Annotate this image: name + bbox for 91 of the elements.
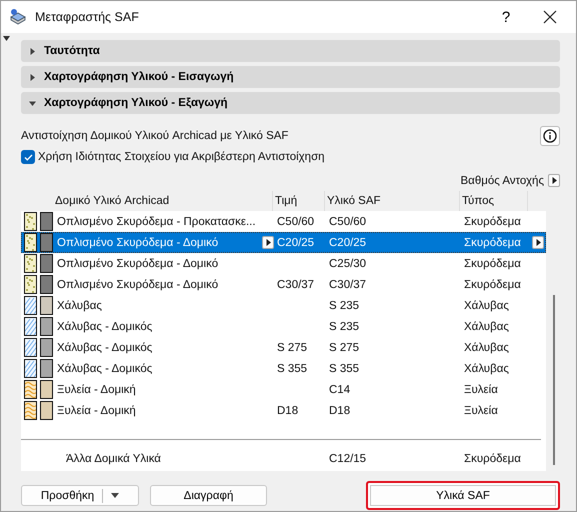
hatch-pattern-icon (24, 296, 37, 315)
property-checkbox[interactable]: Χρήση Ιδιότητας Στοιχείου για Ακριβέστερη Αντιστοίχηση (21, 150, 560, 164)
table-row[interactable]: Οπλισμένο Σκυρόδεμα - Δομικό C20/25 C20/25 Σκυρόδεμα (21, 232, 546, 253)
fire-rating-label: Βαθμός Αντοχής (460, 174, 544, 186)
table-cell: S 275 (277, 342, 308, 354)
table-cell: Σκυρόδεμα (464, 216, 521, 228)
type-menu-button[interactable] (532, 236, 544, 249)
table-cell: C50/60 (277, 216, 314, 228)
table-cell: Χάλυβας (464, 362, 509, 374)
table-cell: C30/37 (329, 278, 366, 290)
table-cell: Οπλισμένο Σκυρόδεμα - Προκατασκε... (57, 216, 256, 228)
table-cell: Χάλυβας (464, 320, 509, 332)
info-icon (543, 129, 557, 143)
table-row[interactable]: Οπλισμένο Σκυρόδεμα - Δομικό C25/30 Σκυρόδεμα (21, 253, 546, 274)
table-row[interactable]: Οπλισμένο Σκυρόδεμα - Δομικό C30/37 C30/37 Σκυρόδεμα (21, 274, 546, 295)
table-cell: Σκυρόδεμα (464, 236, 521, 248)
table-row[interactable]: Ξυλεία - Δομική C14 Ξυλεία (21, 379, 546, 400)
hatch-pattern-icon (24, 380, 37, 399)
table-cell: S 275 (329, 342, 360, 354)
hatch-pattern-icon (24, 275, 37, 294)
checkmark-icon (24, 152, 32, 162)
column-header[interactable]: Υλικό SAF (325, 191, 460, 211)
hatch-pattern-icon (24, 359, 37, 378)
table-cell: Χάλυβας - Δομικός (57, 362, 152, 374)
table-row[interactable]: Ξυλεία - Δομική D18 D18 Ξυλεία (21, 400, 546, 421)
table-cell: Χάλυβας (464, 342, 509, 354)
section-header[interactable]: Χαρτογράφηση Υλικού - Εξαγωγή (21, 92, 560, 114)
table-cell: S 235 (329, 300, 360, 312)
table-cell: Χάλυβας (464, 300, 509, 312)
table-cell: Σκυρόδεμα (464, 452, 521, 464)
table-cell: S 235 (329, 320, 360, 332)
description-text: Αντιστοίχηση Δομικού Υλικού Archicad με Υλικό SAF (21, 130, 288, 142)
table-cell: Ξυλεία - Δομική (57, 384, 136, 396)
saf-materials-button[interactable]: Υλικά SAF (366, 481, 560, 510)
help-button[interactable]: ? (488, 3, 524, 31)
expanded-arrow-icon (29, 100, 36, 106)
table-cell: D18 (329, 404, 350, 416)
table-cell: C30/37 (277, 278, 314, 290)
table-cell: C20/25 (277, 236, 314, 248)
column-header[interactable]: Τιμή (273, 191, 325, 211)
hatch-pattern-icon (24, 401, 37, 420)
table-cell: Οπλισμένο Σκυρόδεμα - Δομικό (57, 278, 218, 290)
table-cell: C12/15 (329, 452, 366, 464)
table-cell: Οπλισμένο Σκυρόδεμα - Δομικό (57, 258, 218, 270)
info-button[interactable] (540, 126, 560, 146)
table-cell: Χάλυβας (57, 300, 102, 312)
section-header[interactable]: Χαρτογράφηση Υλικού - Εισαγωγή (21, 66, 560, 88)
table-cell: S 355 (329, 362, 360, 374)
section-header[interactable]: Ταυτότητα (21, 40, 560, 62)
collapsed-arrow-icon (534, 239, 542, 246)
fire-rating-button[interactable] (548, 174, 560, 187)
table-cell: Ξυλεία (464, 404, 498, 416)
table-cell: C50/60 (329, 216, 366, 228)
table-cell: Άλλα Δομικά Υλικά (66, 452, 161, 464)
collapsed-arrow-icon (29, 74, 36, 80)
table-row[interactable]: Χάλυβας - Δομικός S 235 Χάλυβας (21, 316, 546, 337)
hatch-pattern-icon (24, 317, 37, 336)
delete-button[interactable]: Διαγραφή (150, 485, 267, 506)
hatch-pattern-icon (24, 212, 37, 231)
table-cell: C14 (329, 384, 350, 396)
table-cell: Ξυλεία (464, 384, 498, 396)
table-cell: Σκυρόδεμα (464, 278, 521, 290)
table-cell: C25/30 (329, 258, 366, 270)
table-row[interactable]: Οπλισμένο Σκυρόδεμα - Προκατασκε... C50/60 C50/60 Σκυρόδεμα (21, 211, 546, 232)
collapsed-arrow-icon (29, 48, 36, 54)
table-cell: Ξυλεία - Δομική (57, 404, 136, 416)
app-icon (9, 8, 27, 26)
collapsed-arrow-icon (550, 177, 558, 184)
caret-icon (111, 493, 120, 498)
table-cell: Χάλυβας - Δομικός (57, 342, 152, 354)
collapsed-arrow-icon (264, 239, 272, 246)
table-cell: Οπλισμένο Σκυρόδεμα - Δομικό (57, 236, 218, 248)
hatch-pattern-icon (24, 338, 37, 357)
hatch-pattern-icon (24, 233, 37, 252)
table-row[interactable]: Χάλυβας - Δομικός S 275 S 275 Χάλυβας (21, 337, 546, 358)
table-cell: D18 (277, 404, 298, 416)
window-title: Μεταφραστής SAF (35, 10, 140, 24)
table-cell: C20/25 (329, 236, 366, 248)
table-row[interactable]: Χάλυβας S 235 Χάλυβας (21, 295, 546, 316)
column-header[interactable]: Τύπος (460, 191, 528, 211)
value-menu-button[interactable] (262, 236, 274, 249)
add-split-button[interactable]: Προσθήκη (21, 485, 139, 506)
scrollbar[interactable] (553, 295, 555, 465)
hatch-pattern-icon (24, 254, 37, 273)
table-cell: Σκυρόδεμα (464, 258, 521, 270)
column-header[interactable]: Δομικό Υλικό Archicad (53, 191, 273, 211)
table-row[interactable]: Χάλυβας - Δομικός S 355 S 355 Χάλυβας (21, 358, 546, 379)
table-cell: S 355 (277, 362, 308, 374)
close-icon (543, 10, 557, 24)
table-cell: Χάλυβας - Δομικός (57, 320, 152, 332)
dropdown-arrow-icon (3, 36, 10, 42)
